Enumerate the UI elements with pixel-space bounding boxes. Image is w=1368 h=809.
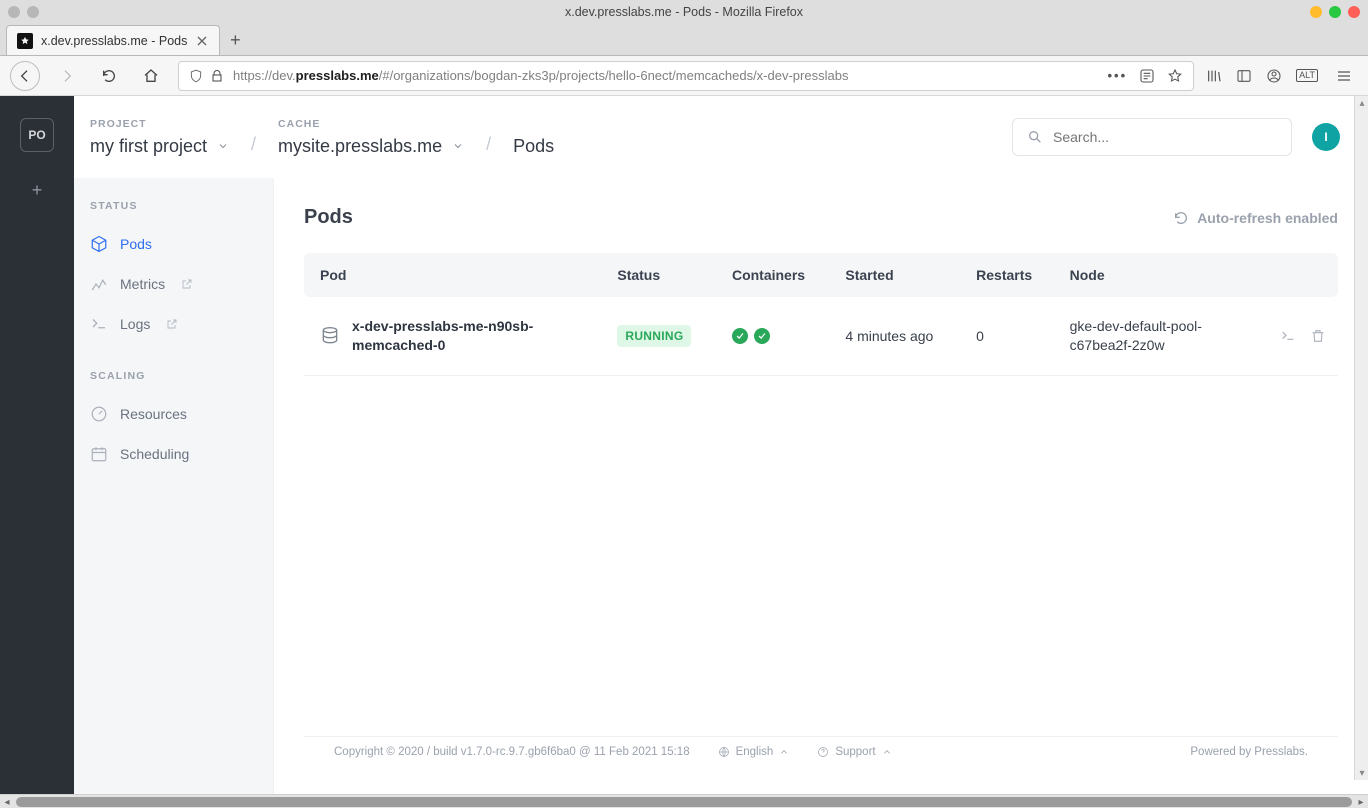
pods-table: Pod Status Containers Started Restarts N… [304, 253, 1338, 376]
horizontal-scrollbar[interactable]: ◂▸ [0, 794, 1368, 808]
chevron-up-icon [779, 747, 789, 757]
support-link[interactable]: Support [817, 746, 891, 758]
col-status[interactable]: Status [605, 253, 720, 297]
tab-strip: x.dev.presslabs.me - Pods + [0, 24, 1368, 56]
col-node[interactable]: Node [1058, 253, 1257, 297]
shield-icon[interactable] [189, 69, 203, 83]
account-icon[interactable] [1266, 68, 1282, 84]
add-org-button[interactable]: + [32, 180, 43, 201]
col-started[interactable]: Started [833, 253, 964, 297]
search-field[interactable] [1053, 129, 1277, 145]
calendar-icon [90, 445, 108, 463]
side-nav: STATUS Pods Metrics Logs [74, 178, 274, 794]
main: Pods Auto-refresh enabled Pod Status Con… [274, 178, 1368, 794]
started-cell: 4 minutes ago [833, 297, 964, 376]
nav-logs[interactable]: Logs [74, 304, 273, 344]
library-icon[interactable] [1206, 68, 1222, 84]
page-title: Pods [304, 206, 353, 229]
tab-close-icon[interactable] [195, 34, 209, 48]
check-icon [754, 328, 770, 344]
search-icon [1027, 129, 1043, 145]
url-text: https://dev.presslabs.me/#/organizations… [233, 68, 848, 83]
breadcrumb: PROJECT my first project / CACHE mysite.… [90, 118, 554, 157]
reload-button[interactable] [94, 61, 124, 91]
org-rail: PO + [0, 96, 74, 794]
back-button[interactable] [10, 61, 40, 91]
nav-pods[interactable]: Pods [74, 224, 273, 264]
org-badge[interactable]: PO [20, 118, 54, 152]
tab-title: x.dev.presslabs.me - Pods [41, 34, 187, 48]
chevron-down-icon[interactable] [452, 140, 464, 152]
breadcrumb-project[interactable]: PROJECT my first project [90, 118, 229, 157]
browser-tab[interactable]: x.dev.presslabs.me - Pods [6, 25, 220, 55]
reader-icon[interactable] [1139, 68, 1155, 84]
chevron-up-icon [882, 747, 892, 757]
footer-copyright: Copyright © 2020 / build v1.7.0-rc.9.7.g… [334, 746, 690, 758]
col-restarts[interactable]: Restarts [964, 253, 1057, 297]
nav-resources[interactable]: Resources [74, 394, 273, 434]
vertical-scrollbar[interactable]: ▴▾ [1354, 96, 1368, 780]
col-containers[interactable]: Containers [720, 253, 833, 297]
nav-section-scaling: SCALING [74, 370, 273, 382]
trash-icon[interactable] [1310, 328, 1326, 344]
chart-icon [90, 275, 108, 293]
alt-badge-icon[interactable]: ALT [1296, 69, 1318, 82]
node-cell: gke-dev-default-pool-c67bea2f-2z0w [1058, 297, 1257, 376]
avatar[interactable]: I [1312, 123, 1340, 151]
nav-section-status: STATUS [74, 200, 273, 212]
page-header: PROJECT my first project / CACHE mysite.… [74, 96, 1368, 178]
breadcrumb-page: Pods [513, 118, 554, 157]
search-input[interactable] [1012, 118, 1292, 156]
page: ▴▾ PO + PROJECT my first project / C [0, 96, 1368, 794]
breadcrumb-cache[interactable]: CACHE mysite.presslabs.me [278, 118, 464, 157]
footer: Copyright © 2020 / build v1.7.0-rc.9.7.g… [304, 736, 1338, 766]
help-icon [817, 746, 829, 758]
window-title: x.dev.presslabs.me - Pods - Mozilla Fire… [565, 5, 803, 19]
cube-icon [90, 235, 108, 253]
col-pod[interactable]: Pod [304, 253, 605, 297]
browser-toolbar: https://dev.presslabs.me/#/organizations… [0, 56, 1368, 96]
sidebar-icon[interactable] [1236, 68, 1252, 84]
home-button[interactable] [136, 61, 166, 91]
gauge-icon [90, 405, 108, 423]
refresh-icon [1173, 210, 1189, 226]
lock-icon[interactable] [211, 69, 223, 83]
titlebar-left-dots [8, 6, 39, 18]
database-icon [320, 326, 340, 346]
chevron-down-icon[interactable] [217, 140, 229, 152]
external-link-icon [181, 278, 193, 290]
window-controls[interactable] [1310, 6, 1360, 18]
table-row[interactable]: x-dev-presslabs-me-n90sb-memcached-0 RUN… [304, 297, 1338, 376]
external-link-icon [166, 318, 178, 330]
meatball-icon[interactable]: ••• [1108, 68, 1128, 83]
container-indicators [732, 328, 821, 344]
restarts-cell: 0 [964, 297, 1057, 376]
check-icon [732, 328, 748, 344]
pod-name: x-dev-presslabs-me-n90sb-memcached-0 [352, 317, 550, 355]
status-badge: RUNNING [617, 325, 691, 347]
window-titlebar: x.dev.presslabs.me - Pods - Mozilla Fire… [0, 0, 1368, 24]
shell-icon[interactable] [1280, 328, 1296, 344]
star-icon[interactable] [1167, 68, 1183, 84]
forward-button[interactable] [52, 61, 82, 91]
globe-icon [718, 746, 730, 758]
language-picker[interactable]: English [718, 746, 790, 758]
footer-powered: Powered by Presslabs. [1190, 746, 1308, 758]
auto-refresh-toggle[interactable]: Auto-refresh enabled [1173, 210, 1338, 226]
tab-favicon [17, 33, 33, 49]
hamburger-menu[interactable] [1330, 62, 1358, 90]
terminal-icon [90, 315, 108, 333]
nav-metrics[interactable]: Metrics [74, 264, 273, 304]
new-tab-button[interactable]: + [220, 25, 250, 55]
address-bar[interactable]: https://dev.presslabs.me/#/organizations… [178, 61, 1194, 91]
nav-scheduling[interactable]: Scheduling [74, 434, 273, 474]
